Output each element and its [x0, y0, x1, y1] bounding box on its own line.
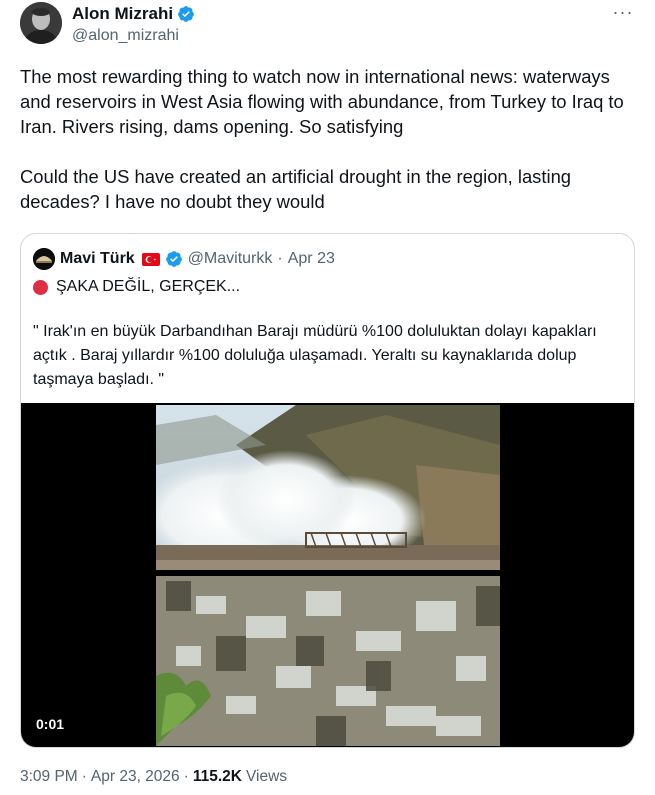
more-options-icon[interactable]: ··· — [609, 2, 637, 26]
quoted-tweet-headline: ŞAKA DEĞİL, GERÇEK... — [33, 278, 240, 296]
verified-badge-icon — [165, 251, 182, 267]
video-player[interactable]: 0:01 — [21, 403, 634, 747]
quoted-tweet[interactable]: Mavi Türk @Maviturkk · Apr 23 ŞAKA DEĞİL… — [20, 233, 635, 748]
tweet-meta: 3:09 PM · Apr 23, 2026 · 115.2K Views — [20, 768, 287, 786]
separator-dot: · — [183, 768, 189, 785]
author-avatar[interactable] — [20, 2, 62, 44]
video-frame-river — [156, 576, 500, 746]
red-circle-icon — [33, 279, 48, 295]
tweet-text: The most rewarding thing to watch now in… — [20, 64, 630, 214]
author-name[interactable]: Alon Mizrahi — [72, 4, 173, 24]
quoted-tweet-text: " Irak'ın en büyük Darbandıhan Barajı mü… — [33, 323, 597, 388]
verified-badge-icon — [178, 6, 194, 22]
tweet-time[interactable]: 3:09 PM — [20, 768, 78, 786]
views-count: 115.2K — [192, 768, 242, 785]
turkey-flag-icon — [141, 252, 160, 266]
separator-dot: · — [277, 250, 283, 267]
tweet-paragraph: Could the US have created an artificial … — [20, 166, 572, 212]
quoted-author-avatar[interactable] — [33, 248, 55, 270]
video-timestamp: 0:01 — [36, 716, 65, 732]
separator-dot: · — [81, 768, 87, 785]
author-name-row[interactable]: Alon Mizrahi — [72, 4, 195, 24]
quoted-tweet-date[interactable]: Apr 23 — [288, 250, 335, 268]
quoted-author-name[interactable]: Mavi Türk — [60, 250, 135, 268]
author-handle[interactable]: @alon_mizrahi — [72, 27, 179, 45]
quoted-tweet-header: Mavi Türk @Maviturkk · Apr 23 — [33, 248, 335, 270]
tweet: Alon Mizrahi @alon_mizrahi ··· The most … — [0, 0, 655, 795]
tweet-paragraph: The most rewarding thing to watch now in… — [20, 66, 624, 137]
tweet-date[interactable]: Apr 23, 2026 — [91, 768, 180, 786]
quoted-headline-text: ŞAKA DEĞİL, GERÇEK... — [56, 278, 241, 295]
quoted-author-handle[interactable]: @Maviturkk — [188, 250, 273, 268]
views-label: Views — [245, 768, 288, 785]
video-frame-dam — [156, 405, 500, 570]
